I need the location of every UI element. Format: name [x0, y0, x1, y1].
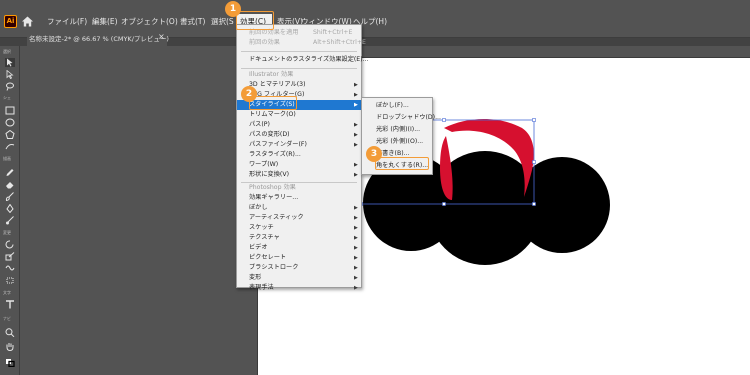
highlight-box-round-corners	[375, 157, 429, 170]
submenu-arrow-icon: ▶	[354, 205, 358, 211]
submenu-arrow-icon: ▶	[354, 92, 358, 98]
effect-menu-item[interactable]: ドキュメントのラスタライズ効果設定(E)...	[237, 55, 369, 65]
step-callout-1: 1	[225, 1, 241, 17]
shortcut-text: Alt+Shift+Ctrl+E	[313, 39, 366, 46]
step-callout-2: 2	[241, 86, 257, 102]
step-callout-3: 3	[366, 146, 382, 162]
effect-menu-item-blur[interactable]: ぼかし ▶	[237, 203, 361, 213]
menu-separator	[241, 68, 357, 69]
effect-menu-item-pathfinder[interactable]: パスファインダー(F) ▶	[237, 140, 361, 150]
effect-menu-item[interactable]: 前回の効果 Alt+Shift+Ctrl+E	[237, 38, 366, 48]
submenu-arrow-icon: ▶	[354, 132, 358, 138]
submenu-arrow-icon: ▶	[354, 255, 358, 261]
artwork-layer	[359, 118, 610, 265]
selection-handle[interactable]	[532, 160, 536, 164]
submenu-arrow-icon: ▶	[354, 162, 358, 168]
highlight-box-effect-menu	[236, 11, 274, 30]
effect-menu-item-distort-ps[interactable]: 変形 ▶	[237, 273, 361, 283]
effect-menu-dropdown: 前回の効果を適用 Shift+Ctrl+E 前回の効果 Alt+Shift+Ctrl…	[236, 24, 369, 291]
stylize-menu-item-feather[interactable]: ぼかし(F)...	[362, 101, 432, 111]
menu-separator	[241, 51, 357, 52]
effect-menu-item-rasterize[interactable]: ラスタライズ(R)...	[237, 150, 361, 160]
selection-handle[interactable]	[442, 202, 446, 206]
stylize-menu-item-inner-glow[interactable]: 光彩 (内側)(I)...	[362, 125, 432, 135]
menu-section-header: Photoshop 効果	[249, 184, 296, 191]
effect-menu-item-sketch[interactable]: スケッチ ▶	[237, 223, 361, 233]
effect-menu-item-distort[interactable]: パスの変形(D) ▶	[237, 130, 361, 140]
submenu-arrow-icon: ▶	[354, 215, 358, 221]
effect-menu-item-path[interactable]: パス(P) ▶	[237, 120, 361, 130]
effect-menu-item-warp[interactable]: ワープ(W) ▶	[237, 160, 361, 170]
selection-handle[interactable]	[442, 118, 446, 122]
highlight-box-stylize	[249, 96, 297, 110]
effect-menu-item-texture[interactable]: テクスチャ ▶	[237, 233, 361, 243]
submenu-arrow-icon: ▶	[354, 285, 358, 291]
submenu-arrow-icon: ▶	[354, 275, 358, 281]
effect-menu-item-convert-shape[interactable]: 形状に変換(V) ▶	[237, 170, 361, 180]
submenu-arrow-icon: ▶	[354, 235, 358, 241]
effect-menu-item-brush-strokes[interactable]: ブラシストローク ▶	[237, 263, 361, 273]
menu-section-header: Illustrator 効果	[249, 71, 294, 78]
effect-menu-item-gallery[interactable]: 効果ギャラリー...	[237, 193, 361, 203]
stylize-menu-item-drop-shadow[interactable]: ドロップシャドウ(D)...	[362, 113, 441, 123]
effect-menu-item-trim-marks[interactable]: トリムマーク(O)	[237, 110, 361, 120]
submenu-arrow-icon: ▶	[354, 102, 358, 108]
submenu-arrow-icon: ▶	[354, 172, 358, 178]
submenu-arrow-icon: ▶	[354, 265, 358, 271]
selection-handle[interactable]	[532, 118, 536, 122]
effect-menu-item-artistic[interactable]: アーティスティック ▶	[237, 213, 361, 223]
effect-menu-item-stylize-ps[interactable]: 表現手法 ▶	[237, 283, 361, 293]
submenu-arrow-icon: ▶	[354, 122, 358, 128]
submenu-arrow-icon: ▶	[354, 82, 358, 88]
submenu-arrow-icon: ▶	[354, 245, 358, 251]
shortcut-text: Shift+Ctrl+E	[313, 29, 353, 36]
submenu-arrow-icon: ▶	[354, 225, 358, 231]
selection-handle[interactable]	[532, 202, 536, 206]
effect-menu-item-pixelate[interactable]: ピクセレート ▶	[237, 253, 361, 263]
effect-menu-item-video[interactable]: ビデオ ▶	[237, 243, 361, 253]
submenu-arrow-icon: ▶	[354, 142, 358, 148]
